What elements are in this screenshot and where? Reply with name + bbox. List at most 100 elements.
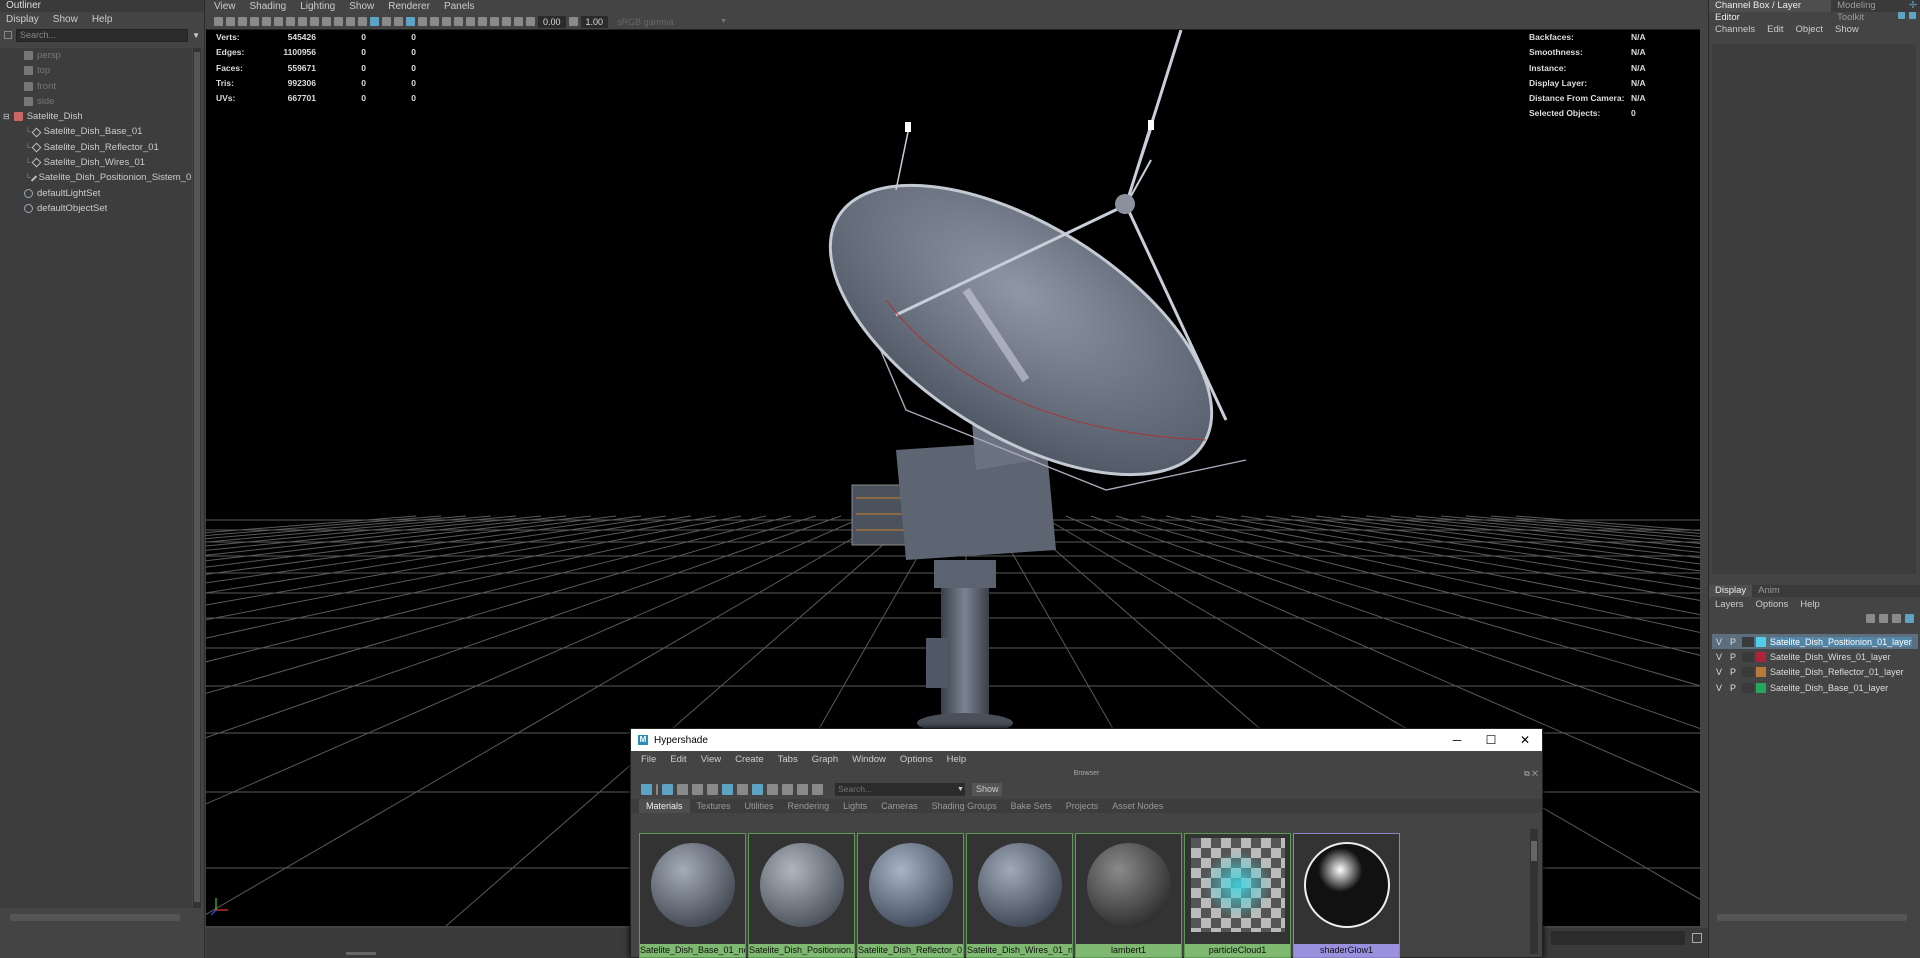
close-panel-icon[interactable]: ✕	[1532, 769, 1538, 778]
swatch-view-icon[interactable]	[662, 783, 673, 795]
tab-modeling-toolkit[interactable]: Modeling Toolkit	[1831, 0, 1909, 23]
smooth-shade-icon[interactable]	[370, 17, 379, 26]
tab-utilities[interactable]: Utilities	[738, 799, 781, 813]
material-swatch[interactable]: particleCloud1	[1184, 833, 1291, 958]
material-swatch[interactable]: lambert1	[1075, 833, 1182, 958]
exposure-icon[interactable]	[526, 17, 535, 26]
safe-action-icon[interactable]	[346, 17, 355, 26]
list-view-icon[interactable]	[677, 783, 688, 795]
close-icon[interactable]: ✕	[1508, 733, 1542, 747]
float-panel-icon[interactable]: ⧉	[1524, 769, 1530, 778]
show-button[interactable]: Show	[971, 782, 1003, 796]
gamma-icon[interactable]	[568, 17, 578, 26]
hypershade-menu-edit[interactable]: Edit	[670, 751, 686, 769]
outliner-node[interactable]: persp	[0, 48, 192, 63]
status-field[interactable]	[1551, 931, 1685, 945]
sort-by-name-icon[interactable]	[752, 783, 763, 795]
layer-horizontal-scrollbar[interactable]	[1717, 914, 1907, 921]
small-icons-icon[interactable]	[692, 783, 703, 795]
outliner-menu-help[interactable]: Help	[92, 12, 113, 27]
script-editor-icon[interactable]	[1692, 933, 1702, 943]
outliner-menu-display[interactable]: Display	[6, 12, 39, 27]
wireframe-on-shaded-icon[interactable]	[394, 17, 403, 26]
hypershade-menu-graph[interactable]: Graph	[812, 751, 838, 769]
tab-lights[interactable]: Lights	[836, 799, 874, 813]
layer-playback-toggle[interactable]: P	[1726, 652, 1740, 662]
tab-shading-groups[interactable]: Shading Groups	[925, 799, 1004, 813]
layer-color-swatch[interactable]	[1756, 682, 1766, 693]
tab-bake-sets[interactable]: Bake Sets	[1004, 799, 1059, 813]
outliner-menu-show[interactable]: Show	[53, 12, 78, 27]
outliner-horizontal-scrollbar[interactable]	[10, 914, 180, 921]
hypershade-search-input[interactable]: Search...	[835, 782, 965, 796]
material-swatch[interactable]: Satelite_Dish_Positionion...	[748, 833, 855, 958]
hypershade-menu-options[interactable]: Options	[900, 751, 933, 769]
layer-display-type[interactable]	[1742, 636, 1754, 647]
layer-playback-toggle[interactable]: P	[1726, 637, 1740, 647]
viewport-menu-panels[interactable]: Panels	[444, 0, 475, 14]
outliner-node[interactable]: └ Satelite_Dish_Reflector_01	[0, 140, 192, 155]
channel-box-menu-channels[interactable]: Channels	[1715, 22, 1755, 37]
viewport-menu-show[interactable]: Show	[349, 0, 374, 14]
shadows-icon[interactable]	[430, 17, 439, 26]
material-swatch[interactable]: Satelite_Dish_Wires_01_n...	[966, 833, 1073, 958]
hypershade-menu-file[interactable]: File	[641, 751, 656, 769]
filter-icon[interactable]	[4, 31, 12, 39]
xray-icon[interactable]	[490, 17, 499, 26]
tab-textures[interactable]: Textures	[690, 799, 738, 813]
outliner-node[interactable]: defaultLightSet	[0, 186, 192, 201]
layer-color-swatch[interactable]	[1756, 651, 1766, 662]
viewport-menu-lighting[interactable]: Lighting	[300, 0, 335, 14]
outliner-node[interactable]: defaultObjectSet	[0, 201, 192, 216]
minimize-icon[interactable]: ─	[1440, 733, 1474, 747]
layer-menu-options[interactable]: Options	[1756, 597, 1789, 612]
viewport-menu-shading[interactable]: Shading	[250, 0, 287, 14]
viewport-menu-renderer[interactable]: Renderer	[388, 0, 430, 14]
huge-icons-icon[interactable]	[737, 783, 748, 795]
tab-channel-box[interactable]: Channel Box / Layer Editor	[1709, 0, 1832, 23]
textured-icon[interactable]	[406, 17, 415, 26]
film-gate-icon[interactable]	[298, 17, 307, 26]
outliner-search-input[interactable]: Search...	[16, 28, 189, 42]
layer-visibility-toggle[interactable]: V	[1712, 667, 1726, 677]
layer-menu-layers[interactable]: Layers	[1715, 597, 1744, 612]
isolate-select-icon[interactable]	[478, 17, 487, 26]
motion-blur-icon[interactable]	[454, 17, 463, 26]
layer-row[interactable]: V P Satelite_Dish_Positionion_01_layer	[1712, 634, 1918, 650]
move-layer-up-icon[interactable]	[1866, 614, 1875, 623]
hypershade-menu-tabs[interactable]: Tabs	[778, 751, 798, 769]
chevron-down-icon[interactable]: ▼	[720, 18, 727, 25]
tab-anim[interactable]: Anim	[1752, 585, 1786, 597]
sort-by-type-icon[interactable]	[767, 783, 778, 795]
layer-color-swatch[interactable]	[1756, 636, 1766, 647]
outliner-node[interactable]: └ Satelite_Dish_Positionion_Sistem_01	[0, 170, 192, 185]
layer-menu-help[interactable]: Help	[1800, 597, 1820, 612]
image-plane-icon[interactable]	[250, 17, 259, 26]
collapse-icon[interactable]: ⊟	[3, 109, 10, 124]
default-material-icon[interactable]	[382, 17, 391, 26]
layer-row[interactable]: V P Satelite_Dish_Reflector_01_layer	[1712, 665, 1918, 680]
color-space-dropdown[interactable]: sRGB gamma	[617, 17, 717, 27]
layer-display-type[interactable]	[1742, 667, 1754, 678]
camera-icon[interactable]	[1898, 12, 1905, 19]
pan-zoom-icon[interactable]	[262, 17, 271, 26]
layer-visibility-toggle[interactable]: V	[1712, 652, 1726, 662]
xray-joints-icon[interactable]	[502, 17, 511, 26]
channel-box-menu-show[interactable]: Show	[1835, 22, 1859, 37]
hypershade-menu-window[interactable]: Window	[852, 751, 886, 769]
exposure-field[interactable]: 0.00	[538, 15, 566, 28]
layer-playback-toggle[interactable]: P	[1726, 683, 1740, 693]
new-empty-layer-icon[interactable]	[1892, 614, 1901, 623]
material-swatch[interactable]: Satelite_Dish_Base_01_nc...	[639, 833, 746, 958]
material-swatch[interactable]: shaderGlow1	[1293, 833, 1400, 958]
transform-icon[interactable]: ✢	[1909, 0, 1920, 12]
ambient-occlusion-icon[interactable]	[442, 17, 451, 26]
tab-asset-nodes[interactable]: Asset Nodes	[1105, 799, 1170, 813]
camera-attributes-icon[interactable]	[226, 17, 235, 26]
hypershade-menu-help[interactable]: Help	[947, 751, 967, 769]
wireframe-icon[interactable]	[358, 17, 367, 26]
layer-display-type[interactable]	[1742, 682, 1754, 693]
layer-playback-toggle[interactable]: P	[1726, 667, 1740, 677]
tab-display[interactable]: Display	[1709, 585, 1753, 597]
viewport-menu-view[interactable]: View	[214, 0, 236, 14]
